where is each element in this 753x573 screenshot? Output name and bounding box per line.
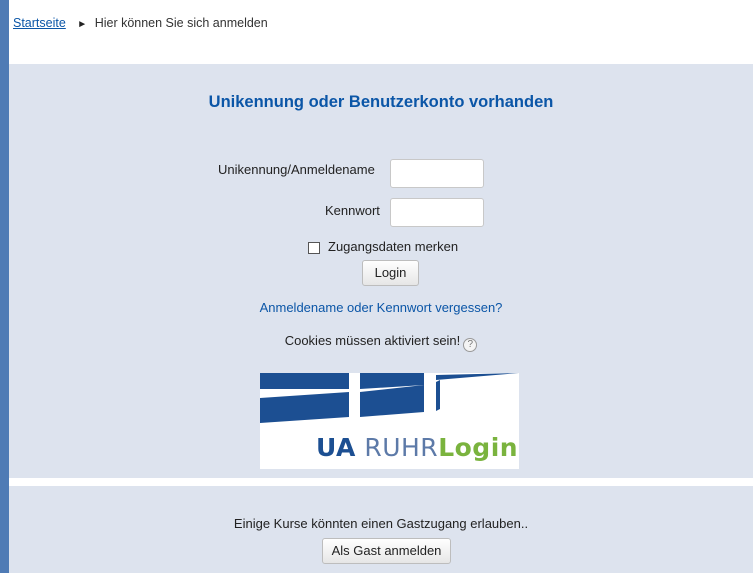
username-input[interactable] <box>390 159 484 188</box>
username-label: Unikennung/Anmeldename <box>218 162 375 177</box>
login-panel-title: Unikennung oder Benutzerkonto vorhanden <box>208 93 554 111</box>
cookies-notice: Cookies müssen aktiviert sein!? <box>9 333 753 352</box>
logo-ruhr-text: RUHR <box>364 433 439 462</box>
page-frame: Startseite ► Hier können Sie sich anmeld… <box>9 0 753 573</box>
login-button[interactable]: Login <box>362 260 419 286</box>
login-panel: Unikennung oder Benutzerkonto vorhanden … <box>9 64 753 478</box>
guest-panel: Einige Kurse könnten einen Gastzugang er… <box>9 486 753 573</box>
forgot-credentials-link: Anmeldename oder Kennwort vergessen? <box>9 300 753 315</box>
ua-ruhr-login-logo[interactable]: UA RUHRLogin <box>260 373 519 469</box>
remember-label[interactable]: Zugangsdaten merken <box>328 239 458 254</box>
logo-wordmark: UA RUHRLogin <box>316 433 518 462</box>
logo-login-text: Login <box>438 433 519 462</box>
logo-ua-text: UA <box>316 433 356 462</box>
remember-checkbox[interactable] <box>308 242 320 254</box>
password-label: Kennwort <box>325 203 380 218</box>
breadcrumb: Startseite ► Hier können Sie sich anmeld… <box>13 16 268 30</box>
cookies-notice-text: Cookies müssen aktiviert sein! <box>284 333 461 348</box>
breadcrumb-home-link[interactable]: Startseite <box>13 16 66 30</box>
guest-access-text: Einige Kurse könnten einen Gastzugang er… <box>233 516 529 531</box>
guest-login-button[interactable]: Als Gast anmelden <box>322 538 451 564</box>
password-input[interactable] <box>390 198 484 227</box>
breadcrumb-current: Hier können Sie sich anmelden <box>94 16 268 30</box>
forgot-credentials-link-text[interactable]: Anmeldename oder Kennwort vergessen? <box>260 300 503 315</box>
help-circle-icon[interactable]: ? <box>463 338 478 352</box>
breadcrumb-separator-icon: ► <box>77 19 88 30</box>
